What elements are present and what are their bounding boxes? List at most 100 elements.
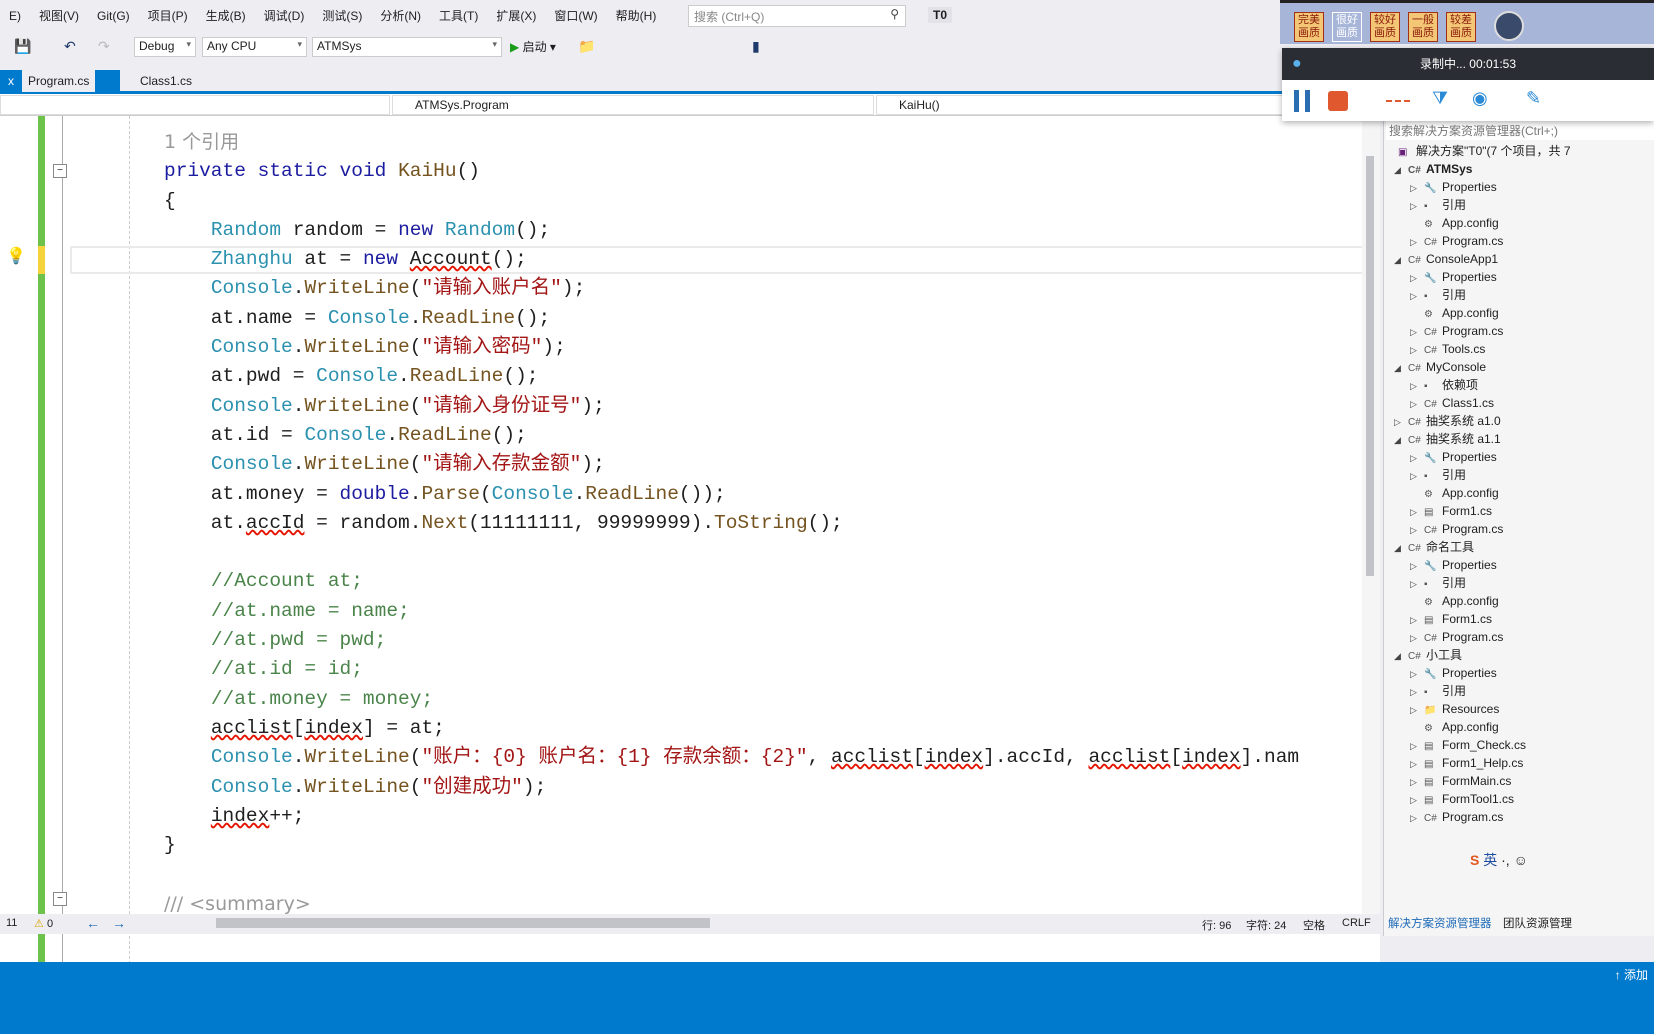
expand-arrow-icon[interactable]: ▷ [1410,683,1424,701]
expand-arrow-icon[interactable]: ▷ [1410,611,1424,629]
expand-arrow-icon[interactable]: ▷ [1410,665,1424,683]
pen-icon[interactable]: ✎ [1526,88,1541,109]
menu-item[interactable]: 分析(N) [371,0,430,32]
menu-item[interactable]: 生成(B) [197,0,255,32]
tree-item[interactable]: ▷ 🔧 Properties [1410,664,1497,682]
quality-button[interactable]: 较差画质 [1446,12,1476,42]
undo-icon[interactable]: ↶ [64,38,76,55]
warning-count[interactable]: ⚠ 0 [34,917,53,930]
expand-arrow-icon[interactable]: ▷ [1410,395,1424,413]
startup-select[interactable]: ATMSys ▾ [312,37,502,57]
expand-arrow-icon[interactable]: ▷ [1410,179,1424,197]
tree-item[interactable]: ⚙ App.config [1410,484,1499,502]
tree-item[interactable]: ▷ ▤ FormTool1.cs [1410,790,1514,808]
expand-arrow-icon[interactable]: ▷ [1410,197,1424,215]
tree-item[interactable]: ◢ C# ATMSys [1394,160,1472,178]
tree-item[interactable]: ▷ ▪ 引用 [1410,286,1466,304]
menu-item[interactable]: E) [0,0,30,32]
tab-program-cs[interactable]: x Program.cs [0,70,120,92]
platform-select[interactable]: Any CPU ▾ [202,37,307,57]
back-icon[interactable]: ← [86,915,100,931]
pause-button[interactable] [1294,90,1310,112]
forward-icon[interactable]: → [112,915,126,931]
expand-arrow-icon[interactable]: ▷ [1410,773,1424,791]
tree-item[interactable]: ▷ ▪ 引用 [1410,574,1466,592]
solution-root[interactable]: ▣ 解决方案"T0"(7 个项目，共 7 [1398,142,1571,160]
tree-item[interactable]: ⚙ App.config [1410,592,1499,610]
expand-arrow-icon[interactable]: ▷ [1410,503,1424,521]
tree-item[interactable]: ▷ ▤ Form1_Help.cs [1410,754,1523,772]
stop-button[interactable] [1328,91,1348,111]
expand-arrow-icon[interactable]: ◢ [1394,647,1408,665]
tab-solution-explorer[interactable]: 解决方案资源管理器 [1388,915,1492,931]
scrollbar-thumb[interactable] [1366,156,1374,576]
tab-team-explorer[interactable]: 团队资源管理 [1503,915,1572,931]
tree-item[interactable]: ▷ C# Program.cs [1410,808,1503,826]
tree-item[interactable]: ▷ ▤ Form1.cs [1410,610,1492,628]
line-tool-icon[interactable] [1386,100,1410,102]
tree-item[interactable]: ▷ ▪ 引用 [1410,466,1466,484]
type-nav-select[interactable]: ATMSys.Program [392,95,874,115]
collapse-icon[interactable]: − [53,164,67,178]
tree-item[interactable]: ▷ ▤ Form_Check.cs [1410,736,1526,754]
config-select[interactable]: Debug ▾ [134,37,196,57]
tree-item[interactable]: ◢ C# 抽奖系统 a1.1 [1394,430,1501,448]
tree-item[interactable]: ▷ C# Program.cs [1410,232,1503,250]
tree-item[interactable]: ▷ C# Program.cs [1410,628,1503,646]
tree-item[interactable]: ▷ 🔧 Properties [1410,178,1497,196]
expand-arrow-icon[interactable]: ▷ [1410,233,1424,251]
tree-item[interactable]: ▷ C# 抽奖系统 a1.0 [1394,412,1501,430]
menu-item[interactable]: 扩展(X) [487,0,545,32]
ime-toolbar[interactable]: S 英 ·, ☺ [1470,850,1528,870]
expand-arrow-icon[interactable]: ▷ [1410,377,1424,395]
tab-class1-cs[interactable]: Class1.cs [140,70,192,92]
whitespace-indicator[interactable]: 空格 [1303,917,1325,933]
collapse-icon[interactable]: − [53,892,67,906]
solution-search-input[interactable]: 搜索解决方案资源管理器(Ctrl+;) [1386,120,1654,140]
tree-item[interactable]: ▷ 📁 Resources [1410,700,1499,718]
menu-item[interactable]: 帮助(H) [607,0,666,32]
menu-item[interactable]: 视图(V) [30,0,88,32]
expand-arrow-icon[interactable]: ▷ [1410,791,1424,809]
tree-item[interactable]: ▷ ▪ 引用 [1410,196,1466,214]
project-nav-select[interactable] [0,95,390,115]
menu-item[interactable]: 测试(S) [313,0,371,32]
tree-item[interactable]: ▷ C# Program.cs [1410,322,1503,340]
expand-arrow-icon[interactable]: ◢ [1394,161,1408,179]
search-icon[interactable]: ⚲ [890,7,899,21]
save-icon[interactable]: 💾 [14,38,31,55]
tree-item[interactable]: ◢ C# 小工具 [1394,646,1462,664]
tree-item[interactable]: ▷ 🔧 Properties [1410,268,1497,286]
tree-item[interactable]: ▷ C# Tools.cs [1410,340,1485,358]
tree-item[interactable]: ▷ C# Program.cs [1410,520,1503,538]
menu-item[interactable]: Git(G) [88,0,139,32]
expand-arrow-icon[interactable]: ▷ [1410,287,1424,305]
code-editor[interactable]: − − 1 个引用 private static void KaiHu() { Ra… [0,116,1380,964]
tree-item[interactable]: ⚙ App.config [1410,718,1499,736]
filter-icon[interactable]: ⧩ [1432,88,1448,109]
expand-arrow-icon[interactable]: ▷ [1410,341,1424,359]
expand-arrow-icon[interactable]: ◢ [1394,251,1408,269]
error-count[interactable]: 11 [6,917,17,929]
expand-arrow-icon[interactable]: ▷ [1410,449,1424,467]
tree-item[interactable]: ◢ C# MyConsole [1394,358,1486,376]
search-input[interactable]: 搜索 (Ctrl+Q) ⚲ [688,5,906,27]
horizontal-scrollbar-thumb[interactable] [216,918,710,928]
webcam-icon[interactable]: ◉ [1472,88,1488,109]
tree-item[interactable]: ▷ ▪ 引用 [1410,682,1466,700]
expand-arrow-icon[interactable]: ▷ [1410,557,1424,575]
tree-item[interactable]: ▷ 🔧 Properties [1410,556,1497,574]
menu-item[interactable]: 窗口(W) [545,0,606,32]
expand-arrow-icon[interactable]: ◢ [1394,431,1408,449]
close-icon[interactable]: x [0,74,22,88]
tree-item[interactable]: ▷ ▤ Form1.cs [1410,502,1492,520]
menu-item[interactable]: 调试(D) [255,0,314,32]
expand-arrow-icon[interactable]: ▷ [1410,467,1424,485]
start-button[interactable]: ▶ 启动 ▾ [510,38,556,55]
tree-item[interactable]: ◢ C# 命名工具 [1394,538,1474,556]
pin-icon[interactable] [1494,11,1524,41]
tree-item[interactable]: ▷ ▪ 依赖项 [1410,376,1478,394]
tree-item[interactable]: ⚙ App.config [1410,214,1499,232]
tree-item[interactable]: ▷ C# Class1.cs [1410,394,1494,412]
lightbulb-error-icon[interactable]: 💡 [6,246,26,266]
